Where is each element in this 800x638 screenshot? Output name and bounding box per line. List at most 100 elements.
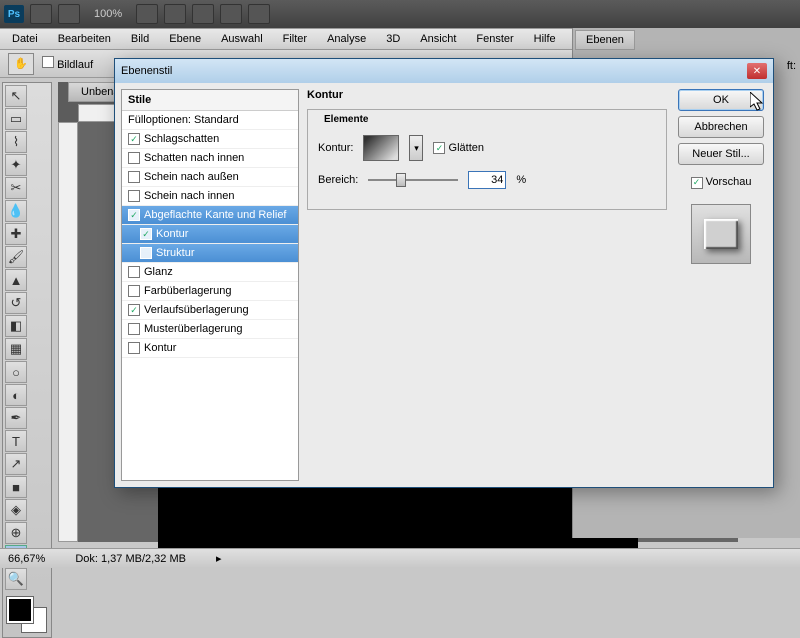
style-checkbox[interactable]: ✓ bbox=[128, 133, 140, 145]
lasso-tool[interactable]: ⌇ bbox=[5, 131, 27, 153]
range-input[interactable] bbox=[468, 171, 506, 189]
zoom-tool[interactable]: 🔍 bbox=[5, 568, 27, 590]
status-arrow-icon[interactable]: ▸ bbox=[216, 552, 222, 565]
dialog-titlebar[interactable]: Ebenenstil ✕ bbox=[115, 59, 773, 83]
hand-tool-button[interactable] bbox=[136, 4, 158, 24]
style-checkbox[interactable] bbox=[128, 323, 140, 335]
range-label: Bereich: bbox=[318, 174, 358, 186]
eyedropper-tool[interactable]: 💧 bbox=[5, 200, 27, 222]
zoom-display[interactable]: 100% bbox=[86, 8, 130, 20]
marquee-tool[interactable]: ▭ bbox=[5, 108, 27, 130]
menu-hilfe[interactable]: Hilfe bbox=[526, 31, 564, 47]
preview-checkbox[interactable]: ✓ Vorschau bbox=[691, 176, 752, 189]
style-item-7[interactable]: Glanz bbox=[122, 263, 298, 282]
menu-auswahl[interactable]: Auswahl bbox=[213, 31, 271, 47]
contour-label: Kontur: bbox=[318, 142, 353, 154]
pen-tool[interactable]: ✒ bbox=[5, 407, 27, 429]
style-checkbox[interactable]: ✓ bbox=[128, 209, 140, 221]
style-label: Farbüberlagerung bbox=[144, 285, 231, 297]
menu-ebene[interactable]: Ebene bbox=[161, 31, 209, 47]
history-button[interactable] bbox=[58, 4, 80, 24]
style-label: Verlaufsüberlagerung bbox=[144, 304, 249, 316]
style-item-4[interactable]: ✓ Abgeflachte Kante und Relief bbox=[122, 206, 298, 225]
menu-filter[interactable]: Filter bbox=[275, 31, 315, 47]
style-checkbox[interactable] bbox=[128, 152, 140, 164]
brush-tool[interactable]: 🖌 bbox=[5, 246, 27, 268]
app-topbar: Ps 100% bbox=[0, 0, 800, 28]
type-tool[interactable]: T bbox=[5, 430, 27, 452]
style-checkbox[interactable] bbox=[128, 266, 140, 278]
wand-tool[interactable]: ✦ bbox=[5, 154, 27, 176]
healing-tool[interactable]: ✚ bbox=[5, 223, 27, 245]
style-label: Schlagschatten bbox=[144, 133, 219, 145]
color-swatches[interactable] bbox=[5, 595, 49, 635]
3d-tool[interactable]: ◈ bbox=[5, 499, 27, 521]
style-label: Struktur bbox=[156, 247, 195, 259]
menu-datei[interactable]: Datei bbox=[4, 31, 46, 47]
arrange-docs-button[interactable] bbox=[220, 4, 242, 24]
style-item-10[interactable]: Musterüberlagerung bbox=[122, 320, 298, 339]
style-item-0[interactable]: ✓ Schlagschatten bbox=[122, 130, 298, 149]
blur-tool[interactable]: ○ bbox=[5, 361, 27, 383]
contour-dropdown-arrow-icon[interactable]: ▾ bbox=[409, 135, 423, 161]
truncated-label: ft: bbox=[787, 60, 796, 72]
style-checkbox[interactable] bbox=[128, 285, 140, 297]
layers-panel-tab[interactable]: Ebenen bbox=[575, 30, 635, 50]
style-label: Abgeflachte Kante und Relief bbox=[144, 209, 287, 221]
new-style-button[interactable]: Neuer Stil... bbox=[678, 143, 764, 165]
status-docsize[interactable]: Dok: 1,37 MB/2,32 MB bbox=[75, 553, 186, 565]
style-checkbox[interactable] bbox=[128, 342, 140, 354]
current-tool-preview[interactable]: ✋ bbox=[8, 53, 34, 75]
range-slider[interactable] bbox=[368, 171, 458, 189]
style-checkbox[interactable] bbox=[140, 247, 152, 259]
style-checkbox[interactable]: ✓ bbox=[128, 304, 140, 316]
scroll-all-checkbox[interactable]: Bildlauf bbox=[42, 56, 93, 71]
style-checkbox[interactable]: ✓ bbox=[140, 228, 152, 240]
contour-picker[interactable] bbox=[363, 135, 399, 161]
style-checkbox[interactable] bbox=[128, 171, 140, 183]
style-item-2[interactable]: Schein nach außen bbox=[122, 168, 298, 187]
menu-bearbeiten[interactable]: Bearbeiten bbox=[50, 31, 119, 47]
rotate-view-button[interactable] bbox=[192, 4, 214, 24]
styles-list: Stile Fülloptionen: Standard ✓ Schlagscha… bbox=[121, 89, 299, 481]
zoom-tool-button[interactable] bbox=[164, 4, 186, 24]
ok-button[interactable]: OK bbox=[678, 89, 764, 111]
style-checkbox[interactable] bbox=[128, 190, 140, 202]
foreground-color-swatch[interactable] bbox=[7, 597, 33, 623]
gradient-tool[interactable]: ▦ bbox=[5, 338, 27, 360]
menu-bild[interactable]: Bild bbox=[123, 31, 157, 47]
camera-tool[interactable]: ⊕ bbox=[5, 522, 27, 544]
move-tool[interactable]: ↖ bbox=[5, 85, 27, 107]
menu-3d[interactable]: 3D bbox=[378, 31, 408, 47]
status-zoom[interactable]: 66,67% bbox=[8, 553, 45, 565]
style-label: Kontur bbox=[144, 342, 176, 354]
style-label: Schatten nach innen bbox=[144, 152, 244, 164]
style-item-3[interactable]: Schein nach innen bbox=[122, 187, 298, 206]
style-item-8[interactable]: Farbüberlagerung bbox=[122, 282, 298, 301]
stamp-tool[interactable]: ▲ bbox=[5, 269, 27, 291]
close-icon[interactable]: ✕ bbox=[747, 63, 767, 79]
antialias-checkbox[interactable]: ✓ Glätten bbox=[433, 142, 484, 155]
style-item-9[interactable]: ✓ Verlaufsüberlagerung bbox=[122, 301, 298, 320]
path-tool[interactable]: ↗ bbox=[5, 453, 27, 475]
eraser-tool[interactable]: ◧ bbox=[5, 315, 27, 337]
shape-tool[interactable]: ■ bbox=[5, 476, 27, 498]
menu-analyse[interactable]: Analyse bbox=[319, 31, 374, 47]
menu-fenster[interactable]: Fenster bbox=[468, 31, 521, 47]
menu-ansicht[interactable]: Ansicht bbox=[412, 31, 464, 47]
styles-header[interactable]: Stile bbox=[122, 90, 298, 111]
cancel-button[interactable]: Abbrechen bbox=[678, 116, 764, 138]
history-brush-tool[interactable]: ↺ bbox=[5, 292, 27, 314]
style-item-6[interactable]: Struktur bbox=[122, 244, 298, 263]
style-item-11[interactable]: Kontur bbox=[122, 339, 298, 358]
screen-mode-button[interactable] bbox=[248, 4, 270, 24]
style-item-1[interactable]: Schatten nach innen bbox=[122, 149, 298, 168]
style-preview bbox=[691, 204, 751, 264]
style-item-5[interactable]: ✓Kontur bbox=[122, 225, 298, 244]
style-label: Schein nach außen bbox=[144, 171, 239, 183]
crop-tool[interactable]: ✂ bbox=[5, 177, 27, 199]
fill-options[interactable]: Fülloptionen: Standard bbox=[122, 111, 298, 130]
dodge-tool[interactable]: ◐ bbox=[5, 384, 27, 406]
panel-title: Kontur bbox=[307, 89, 667, 101]
bridge-button[interactable] bbox=[30, 4, 52, 24]
